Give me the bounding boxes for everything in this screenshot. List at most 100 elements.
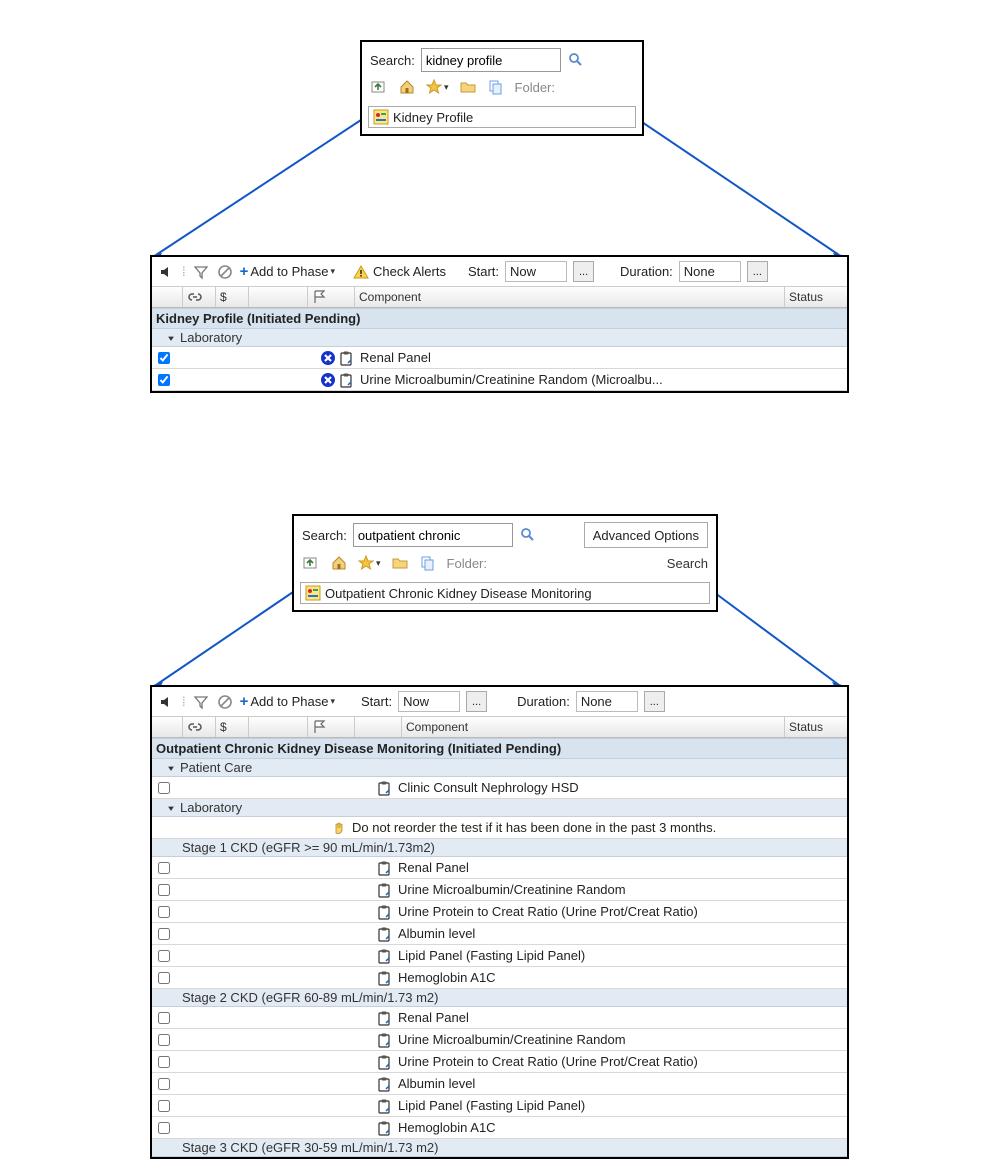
duration-value[interactable]: None bbox=[576, 691, 638, 712]
search-result[interactable]: Outpatient Chronic Kidney Disease Monito… bbox=[300, 582, 710, 604]
search-panel-1: Search: ▾ Folder: Kidney Profile bbox=[360, 40, 644, 136]
row-checkbox[interactable] bbox=[158, 1012, 170, 1024]
search-label: Search: bbox=[302, 528, 347, 543]
folder-icon[interactable] bbox=[459, 78, 477, 96]
filter-icon[interactable] bbox=[192, 693, 210, 711]
row-checkbox[interactable] bbox=[158, 950, 170, 962]
up-icon[interactable] bbox=[370, 78, 388, 96]
plan-title: Outpatient Chronic Kidney Disease Monito… bbox=[152, 738, 847, 759]
order-row: Lipid Panel (Fasting Lipid Panel) bbox=[152, 1095, 847, 1117]
home-icon[interactable] bbox=[398, 78, 416, 96]
clipboard-icon bbox=[376, 948, 392, 964]
result-text: Outpatient Chronic Kidney Disease Monito… bbox=[325, 586, 592, 601]
component-text: Clinic Consult Nephrology HSD bbox=[396, 780, 793, 795]
col-dollar: $ bbox=[216, 717, 249, 737]
clipboard-icon bbox=[376, 904, 392, 920]
folder-label: Folder: bbox=[515, 80, 555, 95]
copy-icon[interactable] bbox=[487, 78, 505, 96]
add-to-phase-button[interactable]: +Add to Phase▾ bbox=[240, 693, 335, 710]
component-text: Urine Protein to Creat Ratio (Urine Prot… bbox=[396, 904, 793, 919]
cancel-icon[interactable] bbox=[216, 263, 234, 281]
search-icon[interactable] bbox=[567, 51, 585, 69]
group-row[interactable]: Laboratory bbox=[152, 799, 847, 817]
order-row: Albumin level bbox=[152, 923, 847, 945]
component-text: Urine Microalbumin/Creatinine Random bbox=[396, 1032, 793, 1047]
delete-icon[interactable] bbox=[320, 350, 336, 366]
clipboard-icon bbox=[376, 1054, 392, 1070]
copy-icon[interactable] bbox=[419, 554, 437, 572]
flag-icon bbox=[312, 719, 328, 735]
column-headers: $ Component Status bbox=[152, 287, 847, 308]
clipboard-icon bbox=[376, 860, 392, 876]
search-input[interactable] bbox=[353, 523, 513, 547]
clipboard-icon bbox=[376, 1032, 392, 1048]
group-row[interactable]: Patient Care bbox=[152, 759, 847, 777]
duration-value[interactable]: None bbox=[679, 261, 741, 282]
search-icon[interactable] bbox=[519, 526, 537, 544]
row-checkbox[interactable] bbox=[158, 374, 170, 386]
col-component: Component bbox=[355, 287, 785, 307]
advanced-options-button[interactable]: Advanced Options bbox=[584, 522, 708, 548]
order-row: Urine Microalbumin/Creatinine Random (Mi… bbox=[152, 369, 847, 391]
search-input[interactable] bbox=[421, 48, 561, 72]
home-icon[interactable] bbox=[330, 554, 348, 572]
plan-title: Kidney Profile (Initiated Pending) bbox=[152, 308, 847, 329]
folder-icon[interactable] bbox=[391, 554, 409, 572]
delete-icon[interactable] bbox=[320, 372, 336, 388]
speaker-icon[interactable] bbox=[158, 693, 176, 711]
row-checkbox[interactable] bbox=[158, 862, 170, 874]
search-label: Search: bbox=[370, 53, 415, 68]
row-checkbox[interactable] bbox=[158, 972, 170, 984]
component-text: Renal Panel bbox=[396, 860, 793, 875]
order-row: Albumin level bbox=[152, 1073, 847, 1095]
flag-icon bbox=[312, 289, 328, 305]
duration-label: Duration: bbox=[517, 694, 570, 709]
favorites-dropdown[interactable]: ▾ bbox=[426, 79, 449, 95]
up-icon[interactable] bbox=[302, 554, 320, 572]
favorites-dropdown[interactable]: ▾ bbox=[358, 555, 381, 571]
start-picker-button[interactable]: ... bbox=[573, 261, 594, 282]
cancel-icon[interactable] bbox=[216, 693, 234, 711]
row-checkbox[interactable] bbox=[158, 782, 170, 794]
group-laboratory[interactable]: Laboratory bbox=[152, 329, 847, 347]
row-checkbox[interactable] bbox=[158, 884, 170, 896]
order-row: Renal Panel bbox=[152, 347, 847, 369]
duration-picker-button[interactable]: ... bbox=[644, 691, 665, 712]
component-text: Albumin level bbox=[396, 1076, 793, 1091]
duration-picker-button[interactable]: ... bbox=[747, 261, 768, 282]
filter-icon[interactable] bbox=[192, 263, 210, 281]
stage-label: Stage 1 CKD (eGFR >= 90 mL/min/1.73m2) bbox=[152, 839, 847, 857]
alert-icon bbox=[353, 264, 369, 280]
search-result[interactable]: Kidney Profile bbox=[368, 106, 636, 128]
row-checkbox[interactable] bbox=[158, 928, 170, 940]
row-checkbox[interactable] bbox=[158, 906, 170, 918]
clipboard-icon bbox=[376, 926, 392, 942]
search-within-label: Search bbox=[667, 556, 708, 571]
row-checkbox[interactable] bbox=[158, 1056, 170, 1068]
folder-label: Folder: bbox=[447, 556, 487, 571]
row-checkbox[interactable] bbox=[158, 1122, 170, 1134]
check-alerts-button[interactable]: Check Alerts bbox=[353, 264, 446, 280]
start-picker-button[interactable]: ... bbox=[466, 691, 487, 712]
row-checkbox[interactable] bbox=[158, 1034, 170, 1046]
add-to-phase-button[interactable]: +Add to Phase▾ bbox=[240, 263, 335, 280]
start-value[interactable]: Now bbox=[505, 261, 567, 282]
link-icon bbox=[187, 719, 203, 735]
row-checkbox[interactable] bbox=[158, 1078, 170, 1090]
clipboard-icon bbox=[338, 372, 354, 388]
row-checkbox[interactable] bbox=[158, 1100, 170, 1112]
speaker-icon[interactable] bbox=[158, 263, 176, 281]
col-status: Status bbox=[785, 717, 847, 737]
order-panel-1: ⁞ +Add to Phase▾ Check Alerts Start: Now… bbox=[150, 255, 849, 393]
row-checkbox[interactable] bbox=[158, 352, 170, 364]
order-row: Renal Panel bbox=[152, 1007, 847, 1029]
result-text: Kidney Profile bbox=[393, 110, 473, 125]
column-headers: $ Component Status bbox=[152, 717, 847, 738]
clipboard-icon bbox=[376, 780, 392, 796]
order-row: Urine Microalbumin/Creatinine Random bbox=[152, 879, 847, 901]
order-panel-2: ⁞ +Add to Phase▾ Start: Now ... Duration… bbox=[150, 685, 849, 1159]
order-row: Clinic Consult Nephrology HSD bbox=[152, 777, 847, 799]
clipboard-icon bbox=[376, 1098, 392, 1114]
start-value[interactable]: Now bbox=[398, 691, 460, 712]
expand-icon bbox=[166, 333, 176, 343]
